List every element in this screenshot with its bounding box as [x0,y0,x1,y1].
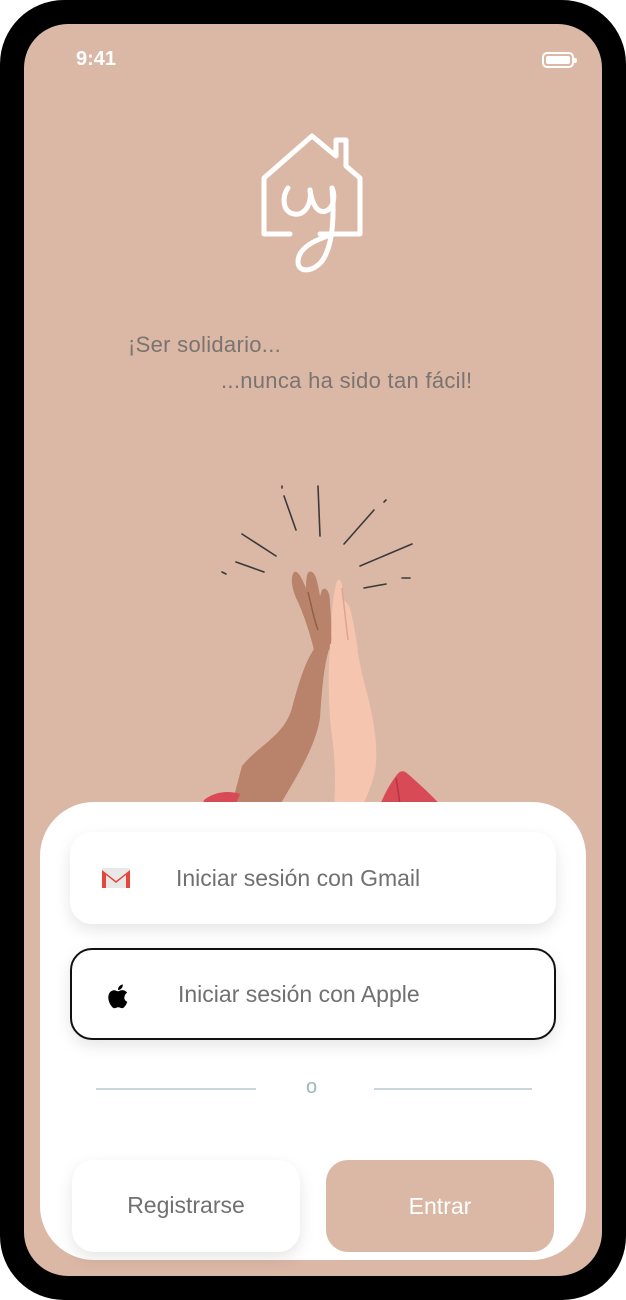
tagline-line-2: ...nunca ha sido tan fácil! [221,368,473,393]
register-label: Registrarse [127,1192,245,1218]
login-sheet: Iniciar sesión con Gmail Iniciar sesión … [40,802,586,1260]
phone-frame: 9:41 ¡Ser solidario... ...nunca ha sido … [0,0,626,1300]
divider-text: o [306,1076,318,1098]
status-time: 9:41 [76,48,117,70]
apple-login-label: Iniciar sesión con Apple [178,981,420,1007]
divider-line-left [96,1088,256,1090]
enter-button[interactable]: Entrar [326,1160,554,1252]
apple-login-button[interactable]: Iniciar sesión con Apple [70,948,556,1040]
app-screen: 9:41 ¡Ser solidario... ...nunca ha sido … [24,24,602,1276]
register-button[interactable]: Registrarse [72,1160,300,1252]
high-five-hands-illustration [194,485,464,834]
apple-icon [108,984,128,1009]
divider-line-right [374,1088,532,1090]
tagline-line-1: ¡Ser solidario... [128,332,282,357]
house-y-logo-icon [261,133,363,273]
battery-icon [542,52,577,68]
gmail-login-button[interactable]: Iniciar sesión con Gmail [70,832,556,924]
gmail-icon [102,868,130,888]
enter-label: Entrar [408,1193,472,1219]
gmail-login-label: Iniciar sesión con Gmail [176,865,421,891]
